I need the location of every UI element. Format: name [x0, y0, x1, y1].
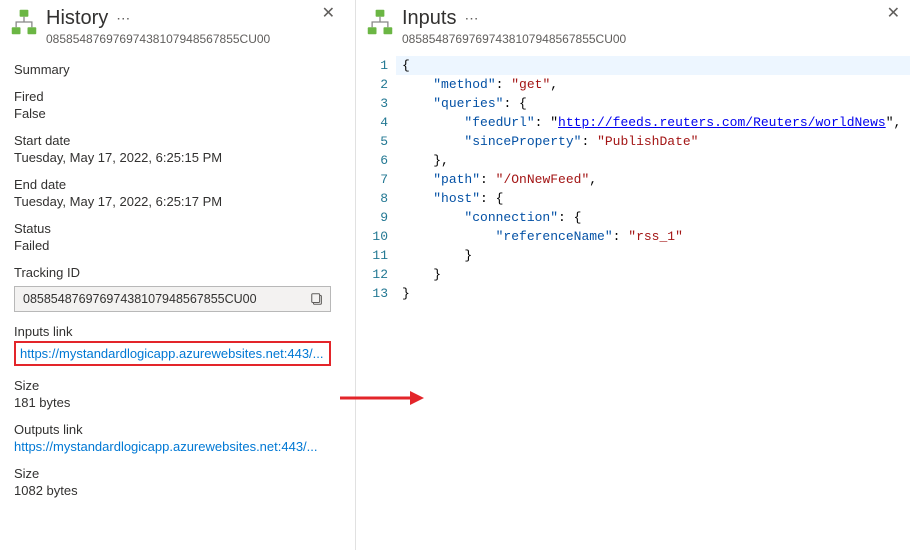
logic-app-icon — [10, 8, 38, 36]
callout-arrow — [340, 388, 410, 408]
more-icon[interactable]: ⋯ — [462, 9, 480, 27]
inputs-title: Inputs — [402, 6, 456, 30]
outputs-link[interactable]: https://mystandardlogicapp.azurewebsites… — [14, 439, 318, 454]
tracking-id-label: Tracking ID — [14, 265, 331, 280]
outputs-size-value: 1082 bytes — [14, 483, 331, 498]
inputs-link-highlight: https://mystandardlogicapp.azurewebsites… — [14, 341, 331, 366]
outputs-size-label: Size — [14, 466, 331, 481]
inputs-link-label: Inputs link — [14, 324, 331, 339]
inputs-size-value: 181 bytes — [14, 395, 331, 410]
tracking-id-box: 08585487697697438107948567855CU00 — [14, 286, 331, 312]
status-label: Status — [14, 221, 331, 236]
inputs-header: Inputs ⋯ 08585487697697438107948567855CU… — [356, 0, 910, 52]
close-icon[interactable]: ✕ — [887, 6, 900, 22]
inputs-subtitle: 08585487697697438107948567855CU00 — [402, 32, 900, 46]
status-value: Failed — [14, 238, 331, 253]
history-title: History — [46, 6, 108, 30]
close-icon[interactable]: ✕ — [322, 6, 335, 22]
logic-app-icon — [366, 8, 394, 36]
copy-icon[interactable] — [310, 292, 324, 306]
outputs-link-label: Outputs link — [14, 422, 331, 437]
start-date-value: Tuesday, May 17, 2022, 6:25:15 PM — [14, 150, 331, 165]
inputs-size-label: Size — [14, 378, 331, 393]
json-editor[interactable]: 12345678910111213 { "method": "get", "qu… — [356, 52, 910, 550]
fired-value: False — [14, 106, 331, 121]
start-date-label: Start date — [14, 133, 331, 148]
inputs-link[interactable]: https://mystandardlogicapp.azurewebsites… — [20, 346, 324, 361]
tracking-id-value: 08585487697697438107948567855CU00 — [23, 292, 257, 306]
end-date-value: Tuesday, May 17, 2022, 6:25:17 PM — [14, 194, 331, 209]
summary-label: Summary — [14, 62, 331, 77]
fired-label: Fired — [14, 89, 331, 104]
history-header: History ⋯ 08585487697697438107948567855C… — [0, 0, 345, 52]
end-date-label: End date — [14, 177, 331, 192]
history-subtitle: 08585487697697438107948567855CU00 — [46, 32, 335, 46]
more-icon[interactable]: ⋯ — [114, 9, 132, 27]
